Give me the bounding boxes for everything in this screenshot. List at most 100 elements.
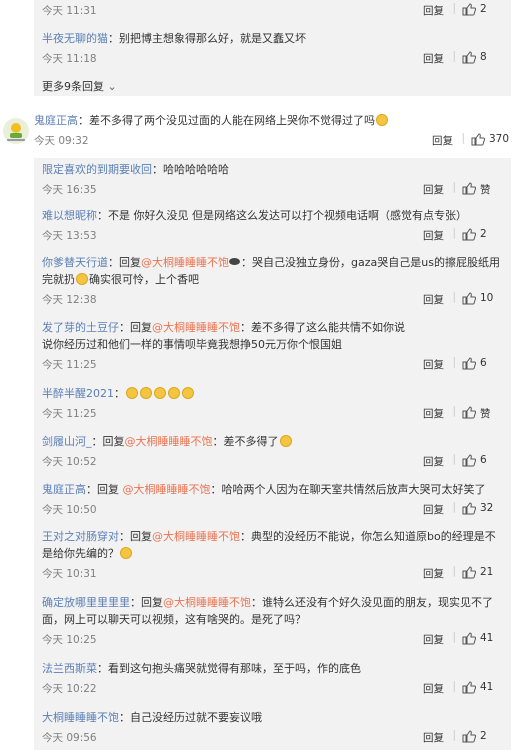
thumbs-up-icon (462, 357, 476, 370)
like-count: 41 (480, 681, 494, 693)
thumbs-up-icon (462, 51, 476, 64)
reply-meta: 今天 10:31 回复 | 21 (42, 565, 502, 581)
reply-text: 半夜无聊的猫：别把博主想象得那么好，就是又蠢又坏 (42, 30, 502, 47)
reply-item: 法兰西斯菜：看到这句抱头痛哭就觉得有那味，至于吗，作的底色 今天 10:22 回… (42, 660, 502, 695)
reply-prefix: ：回复 (86, 483, 123, 496)
reply-text: 剑履山河_：回复@大桐睡睡睡不饱：差不多得了 (42, 433, 502, 450)
reply-meta: 今天 16:35 回复 | 赞 (42, 181, 502, 197)
emoji-icon (154, 387, 166, 399)
reply-text: 发了芽的土豆仔：回复@大桐睡睡睡不饱：差不多得了这么能共情不如你说 (42, 319, 502, 336)
emoji-icon (76, 273, 88, 285)
reply-item: 限定喜欢的到期要收回：哈哈哈哈哈哈 今天 16:35 回复 | 赞 (42, 161, 502, 196)
reply-username[interactable]: 半夜无聊的猫 (42, 32, 108, 45)
avatar[interactable] (3, 118, 29, 144)
like-button[interactable]: 41 (460, 632, 500, 646)
reply-button[interactable]: 回复 (423, 632, 444, 647)
reply-item: 大桐睡睡睡不饱：自己没经历过就不要妄议哦 今天 09:56 回复 | 2 (42, 709, 502, 744)
mention-link[interactable]: @大桐睡睡睡不饱 (141, 256, 229, 269)
like-button[interactable]: 2 (460, 3, 500, 17)
mention-link[interactable]: @大桐睡睡睡不饱 (152, 321, 240, 334)
like-button[interactable]: 32 (460, 502, 500, 516)
reply-time: 今天 16:35 (42, 184, 97, 196)
like-button[interactable]: 6 (460, 357, 500, 371)
reply-content: ： (114, 387, 125, 400)
like-button[interactable]: 2 (460, 228, 500, 242)
like-count: 6 (480, 357, 487, 369)
reply-content: ：看到这句抱头痛哭就觉得有那味，至于吗，作的底色 (97, 662, 361, 675)
reply-button[interactable]: 回复 (423, 681, 444, 696)
like-count: 赞 (480, 408, 491, 420)
reply-username[interactable]: 剑履山河_ (42, 435, 92, 448)
comment-content: ：差不多得了两个没见过面的人能在网络上哭你不觉得过了吗 (78, 114, 375, 127)
reply-meta: 今天 10:52 回复 | 6 (42, 453, 502, 469)
divider: | (452, 227, 456, 239)
reply-text: 半醉半醒2021： (42, 385, 502, 402)
reply-item: 鬼庭正高：回复 @大桐睡睡睡不饱：哈哈两个人因为在聊天室共情然后放声大哭可太好笑… (42, 481, 502, 516)
reply-button[interactable]: 回复 (423, 357, 444, 372)
reply-button[interactable]: 回复 (423, 566, 444, 581)
comment-username[interactable]: 鬼庭正高 (34, 114, 78, 127)
reply-prefix: ：回复 (119, 321, 152, 334)
reply-username[interactable]: 法兰西斯菜 (42, 662, 97, 675)
more-replies-label: 更多9条回复 (42, 80, 104, 93)
divider: | (452, 405, 456, 417)
mention-link[interactable]: @大桐睡睡睡不饱 (163, 596, 251, 609)
mention-link[interactable]: @大桐睡睡睡不饱 (123, 483, 211, 496)
reply-username[interactable]: 你爹替天行道 (42, 256, 108, 269)
divider: | (452, 356, 456, 368)
reply-text: 你爹替天行道：回复@大桐睡睡睡不饱 ：哭自己没独立身份，gaza哭自己是us的擦屁… (42, 254, 502, 271)
reply-item: 半夜无聊的猫：别把博主想象得那么好，就是又蠢又坏 今天 11:18 回复 | 8 (42, 30, 502, 65)
reply-time: 今天 11:25 (42, 359, 97, 371)
reply-time: 今天 09:56 (42, 732, 97, 744)
reply-content: ：自己没经历过就不要妄议哦 (119, 711, 262, 724)
reply-username[interactable]: 发了芽的土豆仔 (42, 321, 119, 334)
reply-meta: 今天 11:31 回复 | 2 (42, 2, 502, 18)
reply-username[interactable]: 难以想昵称 (42, 209, 97, 222)
reply-button[interactable]: 回复 (423, 3, 444, 18)
reply-button[interactable]: 回复 (423, 228, 444, 243)
like-button[interactable]: 赞 (460, 406, 500, 420)
emoji-icon (140, 387, 152, 399)
reply-time: 今天 10:31 (42, 568, 97, 580)
like-button[interactable]: 10 (460, 292, 500, 306)
thumbs-up-icon (462, 681, 476, 694)
reply-username[interactable]: 半醉半醒2021 (42, 387, 114, 400)
reply-username[interactable]: 确定放哪里里里里 (42, 596, 130, 609)
reply-button[interactable]: 回复 (423, 730, 444, 745)
like-button[interactable]: 21 (460, 566, 500, 580)
reply-button[interactable]: 回复 (423, 502, 444, 517)
like-button[interactable]: 2 (460, 730, 500, 744)
reply-button[interactable]: 回复 (423, 406, 444, 421)
reply-prefix: ：回复 (130, 596, 163, 609)
reply-text: 限定喜欢的到期要收回：哈哈哈哈哈哈 (42, 161, 502, 178)
comment-time: 今天 09:32 (34, 135, 89, 147)
emoji-icon (279, 435, 292, 447)
reply-time: 今天 11:25 (42, 408, 97, 420)
thumbs-up-icon (462, 502, 476, 515)
reply-text-cont: 完就扔 确实很可怜，上个香吧 (42, 271, 502, 288)
like-button[interactable]: 赞 (460, 182, 500, 196)
reply-content: 说你经历过和他们一样的事情呗毕竟我想挣50元万你个恨国姐 (42, 338, 342, 351)
reply-username[interactable]: 大桐睡睡睡不饱 (42, 711, 119, 724)
reply-item: 你爹替天行道：回复@大桐睡睡睡不饱 ：哭自己没独立身份，gaza哭自己是us的擦屁… (42, 254, 502, 306)
reply-username[interactable]: 鬼庭正高 (42, 483, 86, 496)
like-button[interactable]: 370 (469, 133, 509, 147)
reply-username[interactable]: 王对之对肠穿对 (42, 530, 119, 543)
reply-username[interactable]: 限定喜欢的到期要收回 (42, 163, 152, 176)
reply-time: 今天 13:53 (42, 230, 97, 242)
reply-button[interactable]: 回复 (423, 51, 444, 66)
more-replies-link[interactable]: 更多9条回复 ⌄ (42, 78, 117, 94)
mention-link[interactable]: @大桐睡睡睡不饱 (125, 435, 213, 448)
like-button[interactable]: 41 (460, 681, 500, 695)
reply-text-cont: 面，网上可以聊天可以视频，这有啥哭的。是死了吗？ (42, 611, 502, 628)
like-button[interactable]: 8 (460, 51, 500, 65)
reply-text: 王对之对肠穿对：回复@大桐睡睡睡不饱：典型的没经历不能说，你怎么知道原bo的经理… (42, 528, 502, 545)
reply-button[interactable]: 回复 (423, 182, 444, 197)
reply-item: 发了芽的土豆仔：回复@大桐睡睡睡不饱：差不多得了这么能共情不如你说 说你经历过和… (42, 319, 502, 371)
reply-button[interactable]: 回复 (423, 454, 444, 469)
like-button[interactable]: 6 (460, 454, 500, 468)
mention-link[interactable]: @大桐睡睡睡不饱 (152, 530, 240, 543)
reply-button[interactable]: 回复 (432, 133, 453, 148)
reply-button[interactable]: 回复 (423, 292, 444, 307)
reply-content: 是给你先编的？ (42, 547, 119, 560)
